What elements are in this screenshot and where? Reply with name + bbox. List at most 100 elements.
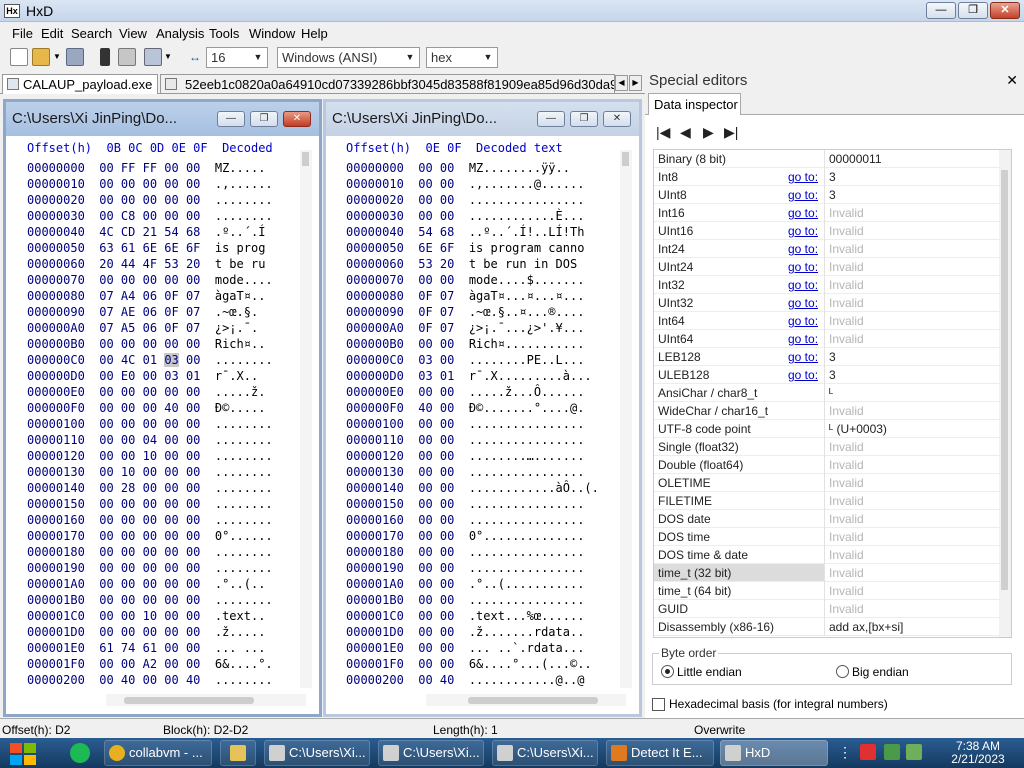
right-hex-grid[interactable]: Offset(h) 0E 0F Decoded text 00000000 00…: [346, 140, 599, 688]
row-decoded-text[interactable]: ................: [469, 545, 585, 559]
row-hex-bytes[interactable]: 07 AE 06 0F 07: [99, 305, 200, 319]
row-decoded-text[interactable]: t be ru: [215, 257, 266, 271]
inspector-value[interactable]: ᴸ: [829, 386, 833, 400]
new-file-icon[interactable]: [10, 48, 28, 66]
volume-icon[interactable]: [906, 744, 922, 760]
next-byte-icon[interactable]: ▶: [703, 124, 714, 141]
print-icon[interactable]: [118, 48, 136, 66]
windows-start-icon[interactable]: [6, 740, 40, 766]
row-decoded-text[interactable]: ¿>¡.¯.: [215, 321, 258, 335]
table-row[interactable]: 00000120 00 00 10 00 00 ........: [27, 448, 273, 464]
table-row[interactable]: 00000080 07 A4 06 0F 07 àgaT¤..: [27, 288, 273, 304]
data-inspector-row[interactable]: Int8 go to: 3: [654, 168, 1000, 186]
row-hex-bytes[interactable]: 20 44 4F 53 20: [99, 257, 200, 271]
tabs-scroll-left-icon[interactable]: ◀: [615, 75, 628, 91]
row-hex-bytes[interactable]: 00 00 04 00 00: [99, 433, 200, 447]
row-hex-bytes[interactable]: 00 00 00 00 00: [99, 593, 200, 607]
row-decoded-text[interactable]: àgaT¤..: [215, 289, 266, 303]
row-hex-bytes[interactable]: 00 00 10 00 00: [99, 449, 200, 463]
row-hex-bytes[interactable]: 00 00: [418, 545, 454, 559]
table-row[interactable]: 00000000 00 00 MZ........ÿÿ..: [346, 160, 599, 176]
row-decoded-text[interactable]: .text..: [215, 609, 266, 623]
taskbar-item-detect-it-easy[interactable]: Detect It E...: [606, 740, 714, 766]
inspector-value[interactable]: Invalid: [829, 494, 864, 508]
first-byte-icon[interactable]: |◀: [656, 124, 670, 141]
row-decoded-text[interactable]: 6&....°...(...©..: [469, 657, 592, 671]
open-folder-icon[interactable]: [32, 48, 50, 66]
menu-help[interactable]: Help: [301, 26, 328, 41]
menu-window[interactable]: Window: [249, 26, 295, 41]
row-decoded-text[interactable]: ................: [469, 465, 585, 479]
row-decoded-text[interactable]: ........: [215, 545, 273, 559]
left-editor-close-button[interactable]: ✕: [283, 111, 311, 127]
table-row[interactable]: 000001D0 00 00 00 00 00 .ž.....: [27, 624, 273, 640]
menu-search[interactable]: Search: [71, 26, 112, 41]
row-decoded-text[interactable]: r¯.X..: [215, 369, 258, 383]
system-clock[interactable]: 7:38 AM 2/21/2023: [936, 740, 1020, 766]
row-hex-bytes[interactable]: 00 00 00 00 00: [99, 273, 200, 287]
data-inspector-row[interactable]: Int16 go to: Invalid: [654, 204, 1000, 222]
charset-select[interactable]: Windows (ANSI) ▼: [277, 47, 420, 68]
row-decoded-text[interactable]: àgaT¤...¤...¤...: [469, 289, 585, 303]
inspector-value[interactable]: Invalid: [829, 602, 864, 616]
row-hex-bytes[interactable]: 00 00 00 00 00: [99, 337, 200, 351]
left-vertical-scrollbar[interactable]: [300, 150, 312, 688]
menu-tools[interactable]: Tools: [209, 26, 239, 41]
go-to-link[interactable]: go to:: [788, 368, 818, 382]
table-row[interactable]: 00000130 00 10 00 00 00 ........: [27, 464, 273, 480]
row-decoded-text[interactable]: ........….......: [469, 449, 585, 463]
data-inspector-row[interactable]: GUID Invalid: [654, 600, 1000, 618]
table-row[interactable]: 00000200 00 40 00 00 40 ........: [27, 672, 273, 688]
taskbar-item-hxd-3[interactable]: C:\Users\Xi...: [492, 740, 598, 766]
table-row[interactable]: 00000140 00 28 00 00 00 ........: [27, 480, 273, 496]
data-inspector-table[interactable]: Binary (8 bit) 00000011 Int8 go to: 3 UInt8 go…: [653, 149, 1012, 638]
table-row[interactable]: 00000080 0F 07 àgaT¤...¤...¤...: [346, 288, 599, 304]
go-to-link[interactable]: go to:: [788, 206, 818, 220]
right-editor-close-button[interactable]: ✕: [603, 111, 631, 127]
row-hex-bytes[interactable]: 00 C8 00 00 00: [99, 209, 200, 223]
save-icon[interactable]: [66, 48, 84, 66]
row-decoded-text[interactable]: Ð©.....: [215, 401, 266, 415]
row-decoded-text[interactable]: ........: [215, 593, 273, 607]
data-inspector-row[interactable]: UInt24 go to: Invalid: [654, 258, 1000, 276]
go-to-link[interactable]: go to:: [788, 314, 818, 328]
inspector-value[interactable]: 3: [829, 170, 836, 184]
table-row[interactable]: 000000D0 03 01 r¯.X.........à...: [346, 368, 599, 384]
table-row[interactable]: 000000A0 0F 07 ¿>¡.¯...¿>'.¥...: [346, 320, 599, 336]
row-hex-bytes[interactable]: 07 A4 06 0F 07: [99, 289, 200, 303]
data-inspector-row[interactable]: Disassembly (x86-16) add ax,[bx+si]: [654, 618, 1000, 636]
row-hex-bytes[interactable]: 00 00: [418, 609, 454, 623]
row-hex-bytes[interactable]: 00 10 00 00 00: [99, 465, 200, 479]
hex-basis-checkbox[interactable]: [652, 698, 665, 711]
data-inspector-row[interactable]: UInt64 go to: Invalid: [654, 330, 1000, 348]
row-hex-bytes[interactable]: 54 68: [418, 225, 454, 239]
special-editors-close-icon[interactable]: ✕: [1006, 72, 1018, 89]
right-vertical-scrollbar[interactable]: [620, 150, 632, 688]
inspector-value[interactable]: Invalid: [829, 242, 864, 256]
table-row[interactable]: 000001D0 00 00 .ž.......rdata..: [346, 624, 599, 640]
left-editor-restore-button[interactable]: ❐: [250, 111, 278, 127]
row-hex-bytes[interactable]: 63 61 6E 6E 6F: [99, 241, 200, 255]
table-row[interactable]: 00000150 00 00 00 00 00 ........: [27, 496, 273, 512]
go-to-link[interactable]: go to:: [788, 278, 818, 292]
view-dropdown-chevron-icon[interactable]: ▼: [163, 48, 173, 66]
left-horizontal-scrollbar[interactable]: [106, 694, 306, 706]
table-row[interactable]: 000000C0 00 4C 01 03 00 ........: [27, 352, 273, 368]
table-row[interactable]: 00000010 00 00 .,.......@......: [346, 176, 599, 192]
row-hex-bytes[interactable]: 00 00: [418, 561, 454, 575]
table-row[interactable]: 00000050 63 61 6E 6E 6F is prog: [27, 240, 273, 256]
row-decoded-text[interactable]: ........: [215, 513, 273, 527]
row-hex-bytes[interactable]: 00 00 00 00 00: [99, 497, 200, 511]
row-hex-bytes[interactable]: 00 00: [418, 577, 454, 591]
table-row[interactable]: 00000110 00 00 04 00 00 ........: [27, 432, 273, 448]
row-hex-bytes[interactable]: 00 00: [418, 449, 454, 463]
row-decoded-text[interactable]: Rich¤...........: [469, 337, 585, 351]
row-hex-bytes[interactable]: 00 00: [418, 657, 454, 671]
table-row[interactable]: 000001A0 00 00 00 00 00 .°..(..: [27, 576, 273, 592]
data-inspector-row[interactable]: WideChar / char16_t Invalid: [654, 402, 1000, 420]
data-inspector-row[interactable]: Single (float32) Invalid: [654, 438, 1000, 456]
row-decoded-text[interactable]: ........: [215, 193, 273, 207]
hex-byte[interactable]: 00: [186, 353, 200, 367]
row-decoded-text[interactable]: mode....$.......: [469, 273, 585, 287]
table-row[interactable]: 000001E0 61 74 61 00 00 ... ...: [27, 640, 273, 656]
